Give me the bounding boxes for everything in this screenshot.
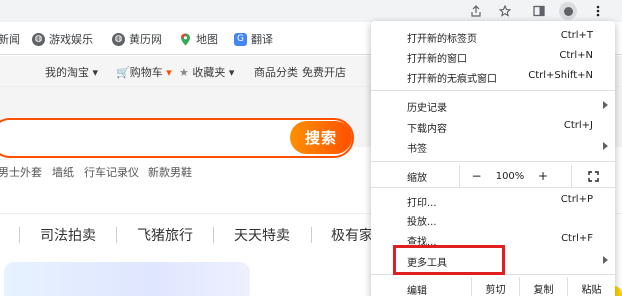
bookmark-label: 地图: [196, 33, 218, 46]
star-icon: ★: [179, 66, 189, 79]
globe-icon: ◍: [32, 32, 45, 46]
search-button[interactable]: 搜索: [290, 121, 352, 154]
nav-categories[interactable]: 商品分类: [254, 64, 298, 80]
bookmark-huangli[interactable]: ◍ 黄历网: [112, 31, 162, 47]
zoom-out-button[interactable]: −: [459, 165, 493, 187]
menu-item-label: 打开新的无痕式窗口: [407, 74, 497, 85]
hot-search-term[interactable]: 墙纸: [52, 164, 74, 180]
submenu-arrow-icon: [603, 101, 608, 109]
menu-item-label: 编辑: [407, 286, 427, 296]
menu-item-print[interactable]: 打印... Ctrl+P: [371, 191, 615, 211]
globe-icon: ◍: [112, 32, 125, 46]
category-judicial-auction[interactable]: 司法拍卖: [40, 225, 96, 245]
submenu-arrow-icon: [603, 142, 608, 150]
paste-button[interactable]: 粘贴: [567, 277, 615, 296]
promo-banner[interactable]: [4, 262, 250, 296]
bookmark-label: 游戏娱乐: [49, 33, 93, 46]
menu-item-cast[interactable]: 投放...: [371, 210, 615, 230]
nav-label: 商品分类: [254, 66, 298, 79]
menu-item-history[interactable]: 历史记录: [371, 96, 615, 116]
highlight-box: [393, 245, 505, 275]
nav-cart[interactable]: 🛒购物车 ▾: [116, 64, 172, 80]
nav-open-store[interactable]: 免费开店: [302, 64, 346, 80]
menu-item-bookmarks[interactable]: 书签: [371, 137, 615, 157]
bookmark-translate[interactable]: G 翻译: [234, 31, 273, 47]
menu-item-incognito[interactable]: 打开新的无痕式窗口 Ctrl+Shift+N: [371, 67, 615, 87]
menu-item-label: 投放...: [407, 217, 437, 228]
translate-icon: G: [234, 32, 247, 46]
bookmark-label: 新闻: [0, 33, 20, 46]
menu-item-label: 书签: [407, 144, 427, 155]
menu-separator: [371, 187, 615, 188]
menu-item-new-window[interactable]: 打开新的窗口 Ctrl+N: [371, 47, 615, 67]
category-daily-deals[interactable]: 天天特卖: [234, 225, 290, 245]
hot-search-term[interactable]: 男士外套: [0, 164, 42, 180]
menu-item-shortcut: Ctrl+F: [561, 233, 593, 244]
star-icon[interactable]: [496, 2, 514, 20]
submenu-arrow-icon: [603, 256, 608, 264]
bookmark-games[interactable]: ◍ 游戏娱乐: [32, 31, 93, 47]
nav-label: 收藏夹: [192, 66, 226, 79]
cut-button[interactable]: 剪切: [471, 277, 519, 296]
fullscreen-icon[interactable]: [571, 165, 615, 187]
menu-item-label: 历史记录: [407, 103, 447, 114]
cart-icon: 🛒: [116, 66, 130, 79]
menu-item-new-tab[interactable]: 打开新的标签页 Ctrl+T: [371, 27, 615, 47]
zoom-level: 100%: [495, 170, 525, 182]
nav-favorites[interactable]: ★ 收藏夹 ▾: [179, 64, 234, 80]
nav-my-taobao[interactable]: 我的淘宝 ▾: [45, 64, 98, 80]
menu-separator: [371, 161, 615, 162]
profile-icon[interactable]: [559, 2, 577, 20]
bookmark-label: 黄历网: [129, 33, 162, 46]
menu-zoom-row: 缩放 − 100% +: [371, 165, 615, 187]
share-icon[interactable]: [467, 2, 485, 20]
menu-item-downloads[interactable]: 下载内容 Ctrl+J: [371, 117, 615, 137]
menu-separator: [371, 90, 615, 91]
profile-avatar-glyph: [563, 6, 573, 16]
category-jiyoujia[interactable]: 极有家: [331, 225, 373, 245]
hot-search-term[interactable]: 行车记录仪: [84, 164, 139, 180]
maps-icon: [179, 33, 192, 46]
copy-button[interactable]: 复制: [519, 277, 567, 296]
nav-label: 我的淘宝: [45, 66, 89, 79]
menu-item-label: 下载内容: [407, 124, 447, 135]
menu-item-shortcut: Ctrl+J: [563, 120, 593, 131]
bookmark-news[interactable]: 新闻: [0, 31, 20, 47]
nav-label: 购物车: [129, 66, 163, 79]
menu-item-label: 打开新的标签页: [407, 34, 477, 45]
kebab-menu-icon[interactable]: [589, 2, 607, 20]
category-fliggy[interactable]: 飞猪旅行: [137, 225, 193, 245]
nav-label: 免费开店: [302, 66, 346, 79]
menu-item-shortcut: Ctrl+Shift+N: [528, 70, 593, 81]
bookmark-label: 翻译: [251, 33, 273, 46]
menu-item-label: 打印...: [407, 198, 437, 209]
zoom-in-button[interactable]: +: [527, 165, 559, 187]
menu-item-shortcut: Ctrl+T: [560, 30, 593, 41]
browser-toolbar: [0, 0, 622, 22]
category-separator: [116, 227, 117, 243]
category-separator: [311, 227, 312, 243]
bookmark-maps[interactable]: 地图: [179, 31, 218, 47]
category-separator: [213, 227, 214, 243]
side-panel-icon[interactable]: [530, 2, 548, 20]
menu-item-shortcut: Ctrl+P: [560, 194, 593, 205]
menu-item-shortcut: Ctrl+N: [559, 50, 593, 61]
menu-item-label: 缩放: [407, 173, 427, 184]
menu-edit-row: 编辑 剪切 复制 粘贴: [371, 277, 615, 296]
hot-search-term[interactable]: 新款男鞋: [148, 164, 192, 180]
category-separator: [19, 227, 20, 243]
menu-item-label: 打开新的窗口: [407, 54, 467, 65]
